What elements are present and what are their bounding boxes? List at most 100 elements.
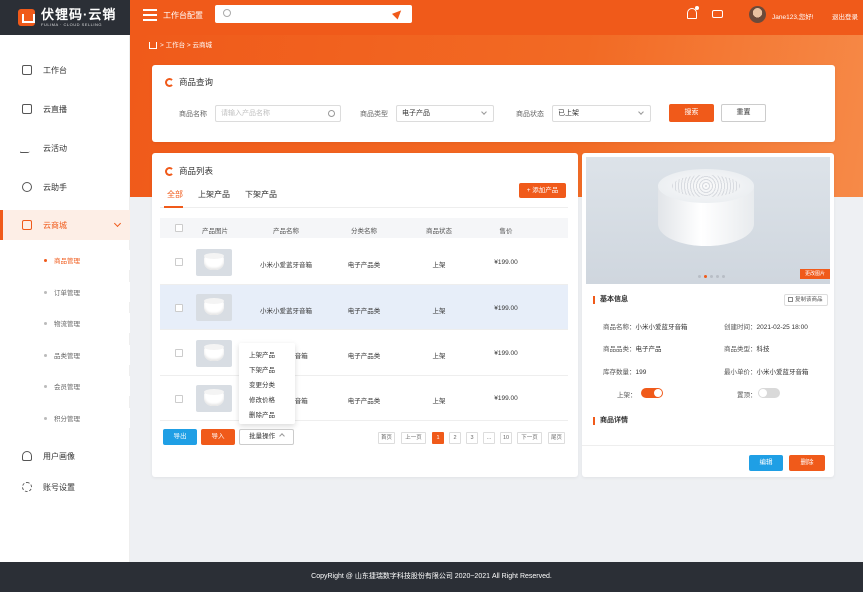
select-all-checkbox[interactable] — [175, 224, 183, 232]
sidebar-item-label: 云直播 — [43, 104, 67, 114]
footer-copyright: CopyRight @ 山东捷瑞数字科技股份有限公司 2020~2021 All… — [0, 562, 863, 592]
status-label: 商品状态 — [516, 111, 544, 118]
field-created-time: 创建时间：2021-02-25 18:00 — [724, 324, 808, 331]
query-panel-title: 商品查询 — [165, 76, 213, 88]
sidebar-item-label: 云活动 — [43, 143, 67, 153]
copy-product-button[interactable]: 复制该商品 — [784, 294, 828, 306]
shelf-toggle[interactable] — [641, 388, 663, 398]
global-search-input[interactable] — [215, 5, 412, 23]
sidebar-sub-item-products[interactable]: 商品管理 — [0, 250, 130, 270]
search-icon — [223, 9, 231, 17]
detail-info-title: 商品详情 — [593, 417, 628, 425]
column-header: 产品名称 — [273, 228, 299, 235]
row-checkbox[interactable] — [175, 349, 183, 357]
product-type-select[interactable]: 电子产品 — [396, 105, 494, 122]
column-header: 售价 — [499, 228, 513, 235]
camera-icon — [22, 104, 32, 114]
column-header: 分类名称 — [351, 228, 377, 235]
avatar[interactable] — [749, 6, 766, 23]
menu-item-put-on-shelf[interactable]: 上架产品 — [249, 349, 275, 359]
product-status: 上架 — [432, 308, 446, 315]
pagination-page-1[interactable]: 1 — [432, 432, 444, 444]
product-thumbnail — [196, 385, 232, 412]
navigate-icon[interactable] — [391, 7, 405, 20]
batch-operation-menu: 上架产品 下架产品 变更分类 修改价格 删除产品 — [239, 343, 295, 424]
message-icon[interactable] — [712, 10, 723, 18]
sidebar-item-settings[interactable]: 账号设置 — [0, 472, 130, 502]
hamburger-menu-icon[interactable] — [143, 9, 157, 21]
row-checkbox[interactable] — [175, 395, 183, 403]
field-product-category: 商品品类：电子产品 — [603, 346, 662, 353]
product-status: 上架 — [432, 353, 446, 360]
row-checkbox[interactable] — [175, 258, 183, 266]
edit-button[interactable]: 编辑 — [749, 455, 783, 471]
delete-button[interactable]: 删除 — [789, 455, 825, 471]
pagination-first[interactable]: 首页 — [378, 432, 395, 444]
brand-logo[interactable]: 伏锂码·云销 FULIMA · CLOUD SELLING — [0, 0, 130, 35]
sidebar-sub-item-categories[interactable]: 品类管理 — [0, 345, 130, 365]
logout-link[interactable]: 退出登录 — [832, 11, 858, 21]
brand-name: 伏锂码·云销 — [41, 7, 117, 22]
pagination-prev[interactable]: 上一页 — [401, 432, 426, 444]
tab-all[interactable]: 全部 — [167, 189, 183, 200]
product-status-select[interactable]: 已上架 — [552, 105, 651, 122]
column-header: 产品图片 — [202, 228, 228, 235]
menu-item-change-price[interactable]: 修改价格 — [249, 394, 275, 404]
home-icon[interactable] — [149, 41, 157, 49]
pagination-last[interactable]: 尾页 — [548, 432, 565, 444]
sidebar-item-user-profile[interactable]: 用户画像 — [0, 441, 130, 471]
tab-on-shelf[interactable]: 上架产品 — [198, 189, 230, 200]
sidebar-item-activity[interactable]: 云活动 — [0, 133, 130, 163]
category-name: 电子产品类 — [347, 308, 381, 315]
menu-item-take-off-shelf[interactable]: 下架产品 — [249, 364, 275, 374]
product-image-carousel[interactable]: 更改图片 — [586, 157, 830, 284]
row-checkbox[interactable] — [175, 304, 183, 312]
divider — [582, 445, 834, 446]
import-button[interactable]: 导入 — [201, 429, 235, 445]
pagination-page-2[interactable]: 2 — [449, 432, 461, 444]
product-thumbnail — [196, 340, 232, 367]
menu-item-delete-product[interactable]: 删除产品 — [249, 409, 275, 419]
export-button[interactable]: 导出 — [163, 429, 197, 445]
reset-button[interactable]: 重置 — [721, 104, 766, 122]
shelf-toggle-label: 上架： — [617, 392, 637, 399]
change-image-button[interactable]: 更改图片 — [800, 269, 830, 279]
topbar-title[interactable]: 工作台配置 — [163, 10, 203, 21]
add-product-button[interactable]: + 添加产品 — [519, 183, 566, 198]
sidebar-sub-item-logistics[interactable]: 物流管理 — [0, 313, 130, 333]
basic-info-title: 基本信息 — [593, 296, 628, 304]
product-status: 上架 — [432, 262, 446, 269]
sidebar-item-mall[interactable]: 云商城 — [0, 210, 130, 240]
product-price: ¥199.00 — [494, 350, 518, 357]
carousel-dots[interactable] — [698, 275, 725, 278]
field-min-unit: 最小单价：小米小爱蓝牙音箱 — [724, 369, 809, 376]
type-label: 商品类型 — [360, 111, 388, 118]
chevron-up-icon — [279, 433, 285, 439]
batch-operation-button[interactable]: 批量操作 — [239, 429, 294, 445]
sidebar-item-assistant[interactable]: 云助手 — [0, 172, 130, 202]
sidebar-sub-item-members[interactable]: 会员管理 — [0, 376, 130, 396]
pagination-page-3[interactable]: 3 — [466, 432, 478, 444]
sidebar-sub-item-orders[interactable]: 订单管理 — [0, 282, 130, 302]
pagination-next[interactable]: 下一页 — [517, 432, 542, 444]
user-greeting: Jane123,您好! — [772, 14, 814, 21]
pagination-page-10[interactable]: 10 — [500, 432, 512, 444]
user-icon — [22, 451, 32, 461]
sidebar-item-workbench[interactable]: 工作台 — [0, 55, 130, 85]
list-panel-title: 商品列表 — [165, 165, 213, 177]
gear-icon — [22, 482, 32, 492]
sidebar-sub-item-points[interactable]: 积分管理 — [0, 408, 130, 428]
shop-icon — [22, 220, 32, 230]
clock-icon — [22, 182, 32, 192]
product-name-input[interactable]: 请输入产品名称 — [215, 105, 341, 122]
pin-top-toggle[interactable] — [758, 388, 780, 398]
top-toggle-label: 置顶： — [737, 392, 757, 399]
sidebar-item-live[interactable]: 云直播 — [0, 94, 130, 124]
tab-off-shelf[interactable]: 下架产品 — [245, 189, 277, 200]
product-thumbnail — [196, 249, 232, 276]
brand-tagline: FULIMA · CLOUD SELLING — [41, 22, 103, 27]
breadcrumb-text[interactable]: > 工作台 > 云商城 — [160, 39, 212, 49]
category-name: 电子产品类 — [347, 262, 381, 269]
search-button[interactable]: 搜索 — [669, 104, 714, 122]
menu-item-change-category[interactable]: 变更分类 — [249, 379, 275, 389]
